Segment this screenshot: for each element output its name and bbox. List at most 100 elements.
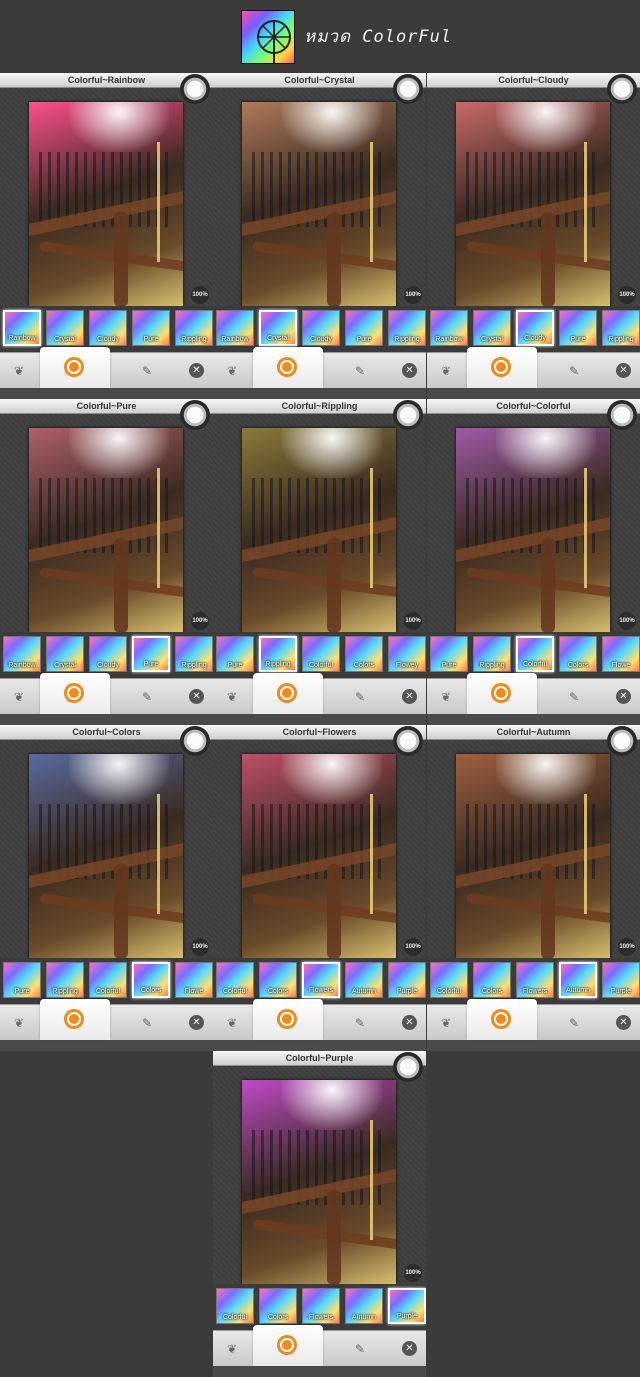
- filter-strip[interactable]: Pure Rippling Colorful Colors Flowey: [213, 632, 426, 678]
- compare-toggle-button[interactable]: [180, 400, 210, 430]
- filter-thumb[interactable]: Crystal: [46, 636, 84, 672]
- filter-strip[interactable]: Rainbow Crystal Cloudy Pure Rippling: [427, 306, 640, 352]
- close-icon[interactable]: ✕: [402, 1341, 417, 1356]
- heart-tools-icon[interactable]: ❦: [10, 688, 28, 706]
- heart-tools-icon[interactable]: ❦: [223, 1340, 241, 1358]
- heart-tools-icon[interactable]: ❦: [10, 1014, 28, 1032]
- filter-thumb[interactable]: Rainbow: [216, 310, 254, 346]
- pencil-magic-icon[interactable]: ✎: [138, 688, 156, 706]
- filter-thumb[interactable]: Colors: [559, 636, 597, 672]
- heart-tools-icon[interactable]: ❦: [437, 362, 455, 380]
- close-icon[interactable]: ✕: [189, 363, 204, 378]
- capture-tab-button[interactable]: [40, 673, 110, 714]
- close-icon[interactable]: ✕: [616, 689, 631, 704]
- filter-thumb[interactable]: Flowers: [302, 1288, 340, 1324]
- filter-thumb[interactable]: Rippling: [46, 962, 84, 998]
- heart-tools-icon[interactable]: ❦: [10, 362, 28, 380]
- capture-tab-button[interactable]: [253, 999, 323, 1040]
- filter-strip[interactable]: Colorful Colors Flowers Autumn Purple: [427, 958, 640, 1004]
- filter-thumb[interactable]: Rippling: [259, 636, 297, 672]
- filter-thumb[interactable]: Colorful: [516, 636, 554, 672]
- pencil-magic-icon[interactable]: ✎: [138, 362, 156, 380]
- close-icon[interactable]: ✕: [189, 689, 204, 704]
- pencil-magic-icon[interactable]: ✎: [565, 688, 583, 706]
- filter-thumb[interactable]: Pure: [559, 310, 597, 346]
- capture-tab-button[interactable]: [40, 999, 110, 1040]
- filter-thumb[interactable]: Rippling: [175, 636, 213, 672]
- capture-tab-button[interactable]: [253, 347, 323, 388]
- capture-tab-button[interactable]: [467, 673, 537, 714]
- filter-thumb[interactable]: Pure: [132, 636, 170, 672]
- close-icon[interactable]: ✕: [402, 1015, 417, 1030]
- filter-thumb[interactable]: Autumn: [345, 1288, 383, 1324]
- filter-strip[interactable]: Colorful Colors Flowers Autumn Purple: [213, 1284, 426, 1330]
- pencil-magic-icon[interactable]: ✎: [565, 1014, 583, 1032]
- filter-thumb[interactable]: Flowey: [388, 636, 426, 672]
- filter-thumb[interactable]: Rainbow: [430, 310, 468, 346]
- close-icon[interactable]: ✕: [616, 1015, 631, 1030]
- filter-strip[interactable]: Colorful Colors Flowers Autumn Purple: [213, 958, 426, 1004]
- zoom-badge[interactable]: 100%: [618, 612, 636, 630]
- filter-thumb[interactable]: Purple: [602, 962, 640, 998]
- pencil-magic-icon[interactable]: ✎: [351, 1340, 369, 1358]
- filter-thumb[interactable]: Colorful: [216, 962, 254, 998]
- filter-thumb[interactable]: Colors: [259, 962, 297, 998]
- filter-thumb[interactable]: Crystal: [259, 310, 297, 346]
- filter-thumb[interactable]: Rainbow: [3, 636, 41, 672]
- filter-thumb[interactable]: Colorful: [89, 962, 127, 998]
- filter-thumb[interactable]: Colorful: [216, 1288, 254, 1324]
- filter-thumb[interactable]: Pure: [216, 636, 254, 672]
- pencil-magic-icon[interactable]: ✎: [138, 1014, 156, 1032]
- capture-tab-button[interactable]: [253, 673, 323, 714]
- heart-tools-icon[interactable]: ❦: [437, 1014, 455, 1032]
- close-icon[interactable]: ✕: [616, 363, 631, 378]
- heart-tools-icon[interactable]: ❦: [223, 362, 241, 380]
- filter-thumb[interactable]: Cloudy: [89, 310, 127, 346]
- filter-thumb[interactable]: Colors: [132, 962, 170, 998]
- capture-tab-button[interactable]: [467, 999, 537, 1040]
- filter-thumb[interactable]: Rippling: [473, 636, 511, 672]
- zoom-badge[interactable]: 100%: [404, 1264, 422, 1282]
- heart-tools-icon[interactable]: ❦: [223, 1014, 241, 1032]
- zoom-badge[interactable]: 100%: [191, 286, 209, 304]
- filter-thumb[interactable]: Cloudy: [516, 310, 554, 346]
- compare-toggle-button[interactable]: [393, 74, 423, 104]
- capture-tab-button[interactable]: [253, 1325, 323, 1366]
- filter-thumb[interactable]: Flowe: [175, 962, 213, 998]
- filter-thumb[interactable]: Purple: [388, 1288, 426, 1324]
- compare-toggle-button[interactable]: [393, 1052, 423, 1082]
- filter-thumb[interactable]: Autumn: [559, 962, 597, 998]
- zoom-badge[interactable]: 100%: [404, 612, 422, 630]
- filter-strip[interactable]: Pure Rippling Colorful Colors Flowe: [427, 632, 640, 678]
- filter-thumb[interactable]: Colors: [259, 1288, 297, 1324]
- filter-thumb[interactable]: Pure: [132, 310, 170, 346]
- filter-strip[interactable]: Rainbow Crystal Cloudy Pure Rippling: [0, 632, 213, 678]
- zoom-badge[interactable]: 100%: [618, 286, 636, 304]
- filter-thumb[interactable]: Crystal: [473, 310, 511, 346]
- filter-thumb[interactable]: Pure: [3, 962, 41, 998]
- filter-thumb[interactable]: Colors: [473, 962, 511, 998]
- filter-strip[interactable]: Pure Rippling Colorful Colors Flowe: [0, 958, 213, 1004]
- filter-thumb[interactable]: Crystal: [46, 310, 84, 346]
- zoom-badge[interactable]: 100%: [404, 286, 422, 304]
- filter-thumb[interactable]: Flowers: [302, 962, 340, 998]
- close-icon[interactable]: ✕: [402, 363, 417, 378]
- pencil-magic-icon[interactable]: ✎: [351, 1014, 369, 1032]
- compare-toggle-button[interactable]: [607, 726, 637, 756]
- filter-thumb[interactable]: Colors: [345, 636, 383, 672]
- filter-thumb[interactable]: Rippling: [602, 310, 640, 346]
- filter-thumb[interactable]: Rainbow: [3, 310, 41, 346]
- filter-thumb[interactable]: Rippling: [175, 310, 213, 346]
- capture-tab-button[interactable]: [467, 347, 537, 388]
- compare-toggle-button[interactable]: [180, 74, 210, 104]
- filter-thumb[interactable]: Rippling: [388, 310, 426, 346]
- filter-thumb[interactable]: Pure: [345, 310, 383, 346]
- filter-thumb[interactable]: Cloudy: [89, 636, 127, 672]
- close-icon[interactable]: ✕: [189, 1015, 204, 1030]
- zoom-badge[interactable]: 100%: [191, 612, 209, 630]
- compare-toggle-button[interactable]: [393, 726, 423, 756]
- compare-toggle-button[interactable]: [607, 400, 637, 430]
- filter-thumb[interactable]: Flowe: [602, 636, 640, 672]
- filter-thumb[interactable]: Purple: [388, 962, 426, 998]
- filter-thumb[interactable]: Autumn: [345, 962, 383, 998]
